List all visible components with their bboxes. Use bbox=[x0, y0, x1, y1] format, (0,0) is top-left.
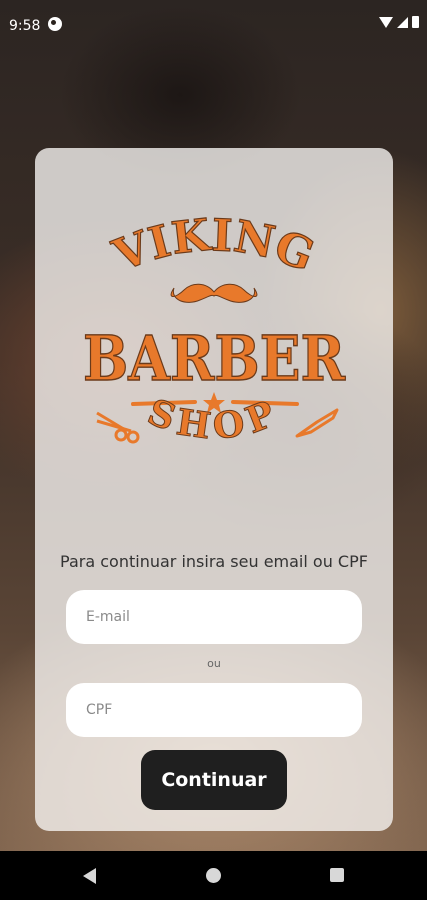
status-icons bbox=[379, 16, 419, 28]
recents-icon[interactable] bbox=[330, 868, 344, 882]
status-time: 9:58 bbox=[9, 18, 41, 34]
cpf-field[interactable] bbox=[66, 683, 362, 737]
continue-button[interactable]: Continuar bbox=[141, 750, 287, 810]
home-icon[interactable] bbox=[206, 868, 221, 883]
logo-viking-path: VIKING bbox=[105, 209, 321, 283]
email-field[interactable] bbox=[66, 590, 362, 644]
wifi-icon bbox=[379, 17, 393, 28]
back-icon[interactable] bbox=[83, 868, 96, 884]
status-bar: 9:58 bbox=[0, 0, 427, 50]
brand-logo: VIKING BARBER SHOP bbox=[82, 209, 346, 449]
app-notification-icon bbox=[48, 17, 62, 31]
logo-barber-text: BARBER bbox=[83, 322, 345, 395]
scissors-icon bbox=[96, 411, 140, 444]
mustache-icon bbox=[170, 283, 258, 303]
logo-viking-text: VIKING bbox=[106, 210, 321, 283]
battery-icon bbox=[412, 16, 419, 28]
or-separator: ou bbox=[207, 657, 221, 670]
login-card: VIKING BARBER SHOP Para continuar insira… bbox=[35, 148, 393, 831]
navigation-bar bbox=[0, 851, 427, 900]
razor-icon bbox=[295, 408, 339, 438]
login-prompt: Para continuar insira seu email ou CPF bbox=[60, 552, 368, 571]
signal-icon bbox=[397, 17, 408, 28]
